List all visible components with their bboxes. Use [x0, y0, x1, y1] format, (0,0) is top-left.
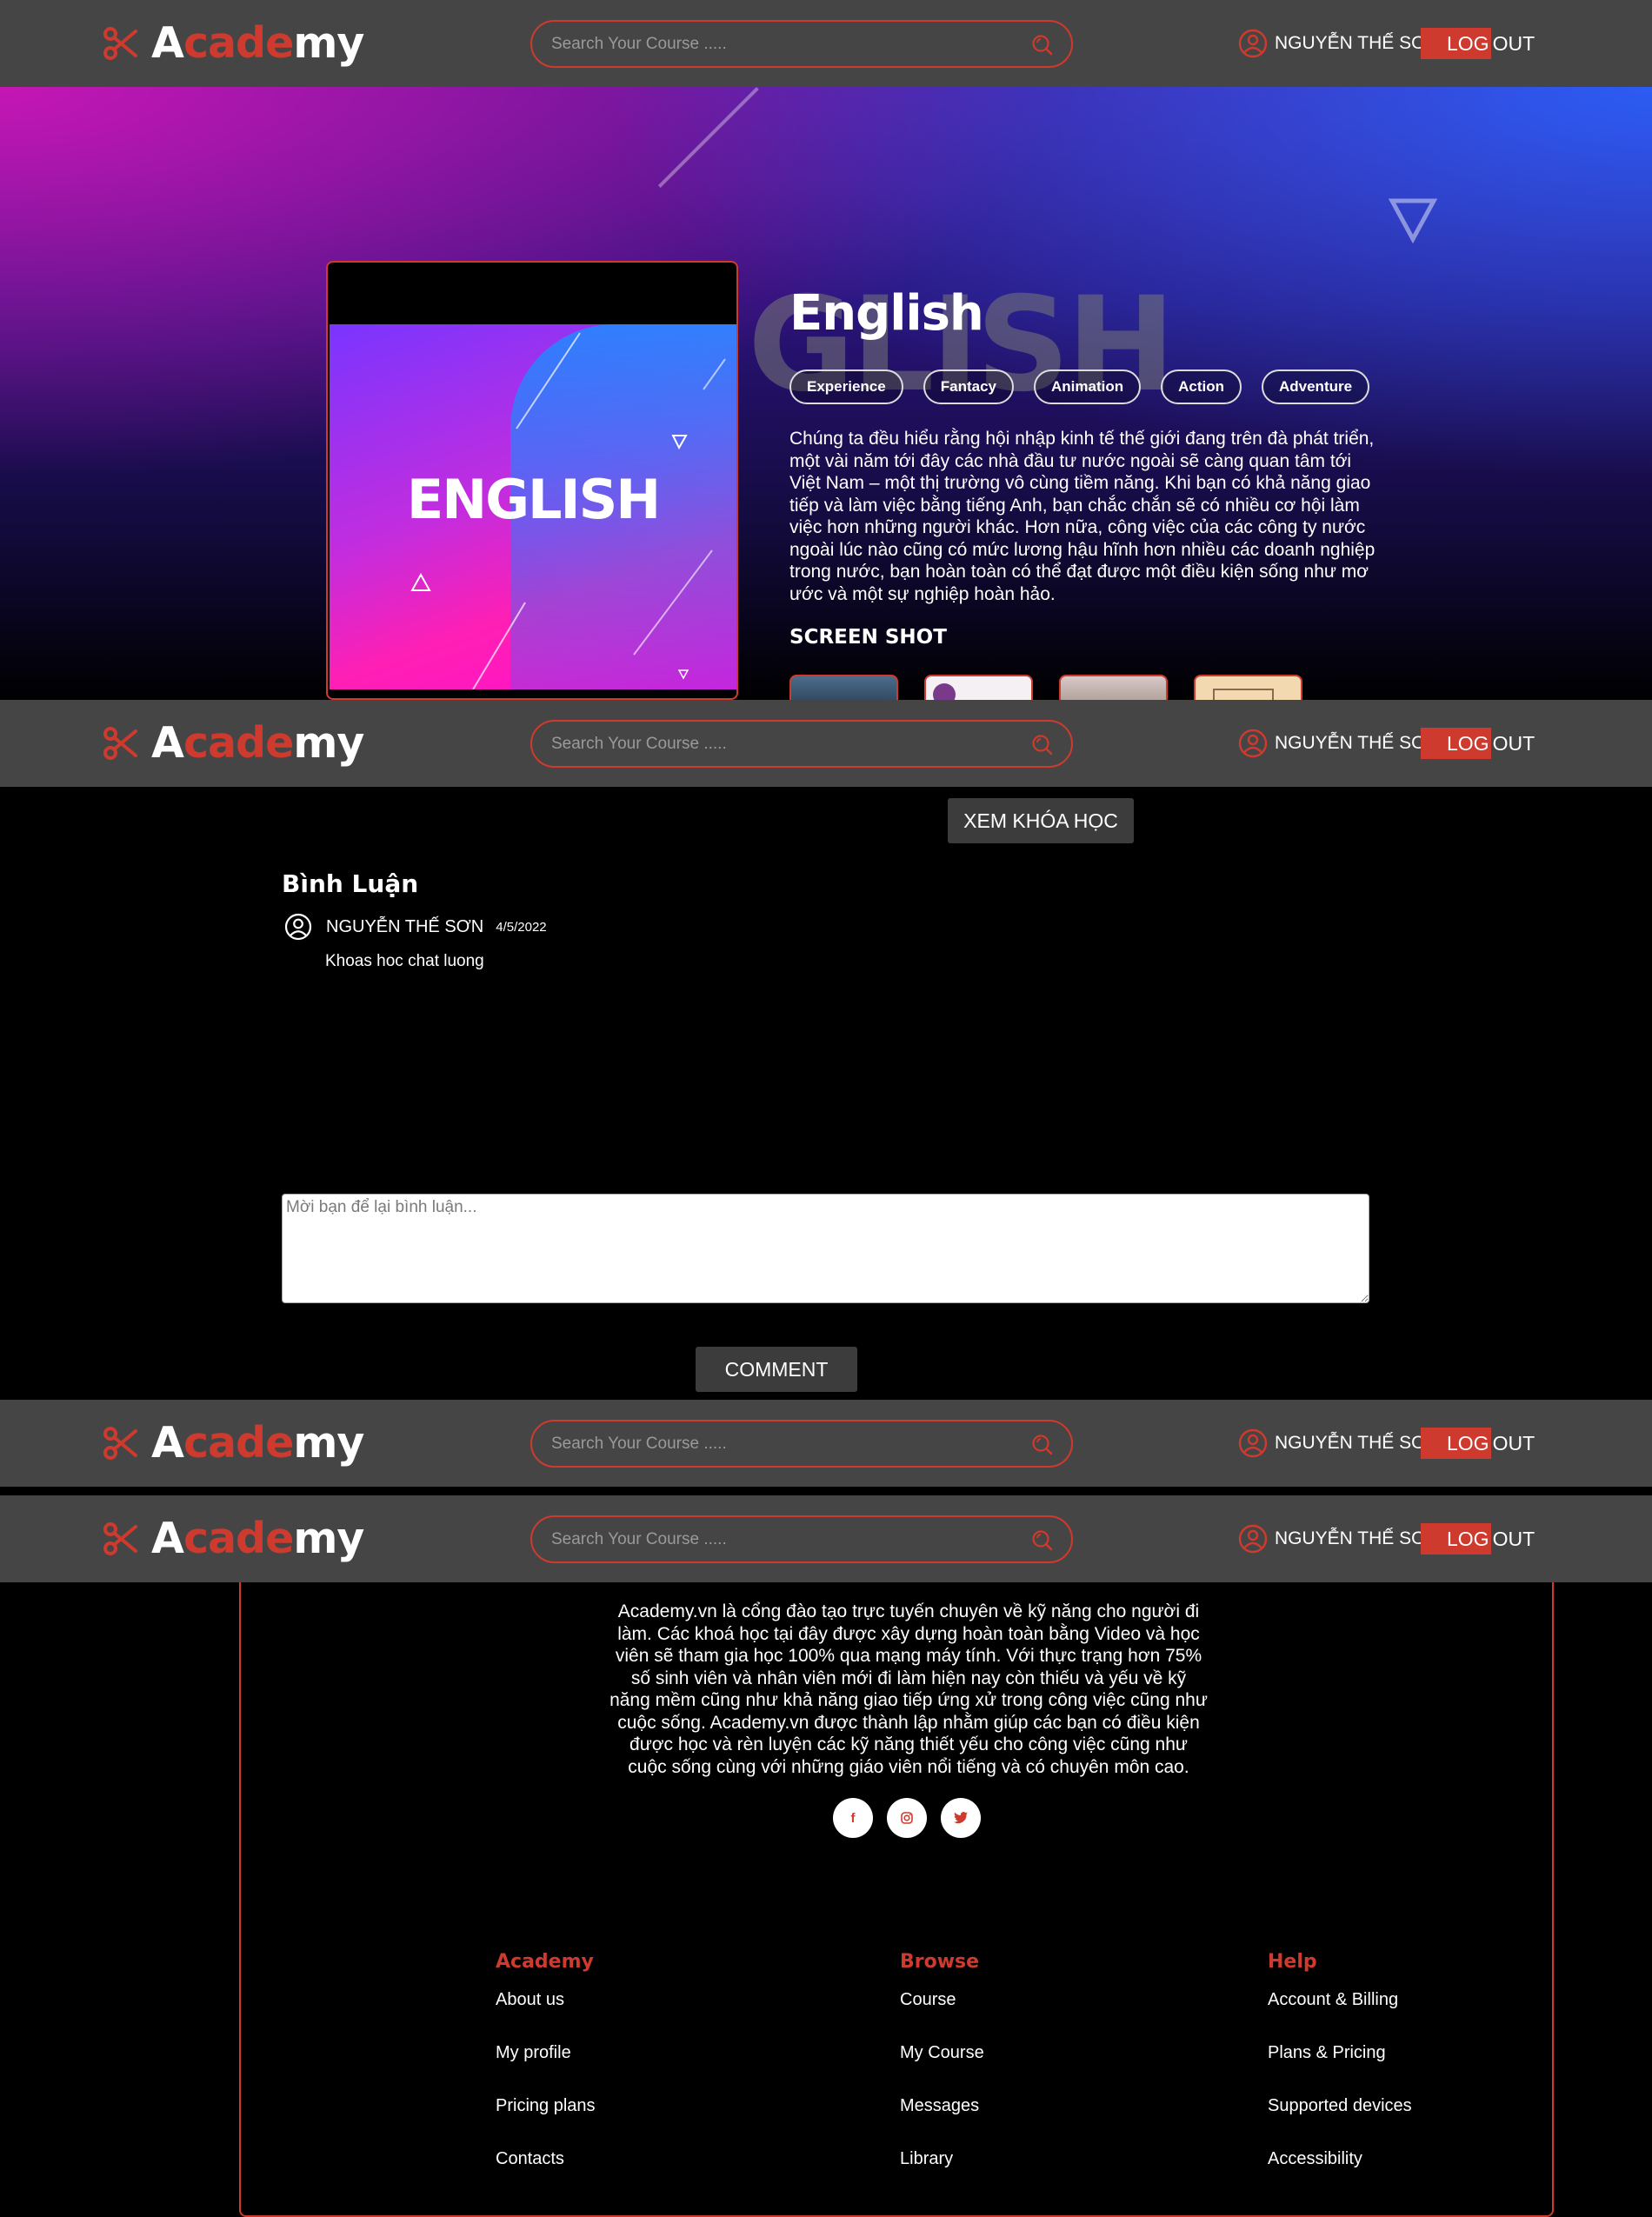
- comment-header: NGUYỄN THẾ SƠN 4/5/2022: [284, 911, 547, 942]
- social-links: f: [833, 1798, 995, 1838]
- logout-button[interactable]: LOG OUT: [1421, 1428, 1535, 1459]
- top-navbar: Academy NGUYỄN THẾ SƠN LOGOUT: [0, 1400, 1652, 1487]
- top-navbar: Academy NGUYỄN THẾ SƠN LOGOUT: [0, 0, 1652, 87]
- screenshot-thumb[interactable]: [1059, 675, 1168, 700]
- course-hero: GLISH ENGLISH English Experience Fantacy…: [0, 87, 1652, 700]
- comment-text: Khoas hoc chat luong: [325, 952, 484, 970]
- thumbnail-word: ENGLISH: [406, 468, 661, 531]
- search-icon[interactable]: [1029, 1432, 1054, 1456]
- instagram-icon[interactable]: [887, 1798, 927, 1838]
- user-avatar-icon: [1238, 729, 1268, 758]
- logout-button[interactable]: LOG OUT: [1421, 1523, 1535, 1555]
- user-avatar-icon: [1238, 1524, 1268, 1554]
- tag-adventure[interactable]: Adventure: [1261, 370, 1370, 404]
- user-profile[interactable]: NGUYỄN THẾ SƠN: [1238, 28, 1440, 59]
- academy-logo[interactable]: Academy: [103, 718, 364, 768]
- thumbnail-image: ENGLISH: [330, 324, 736, 689]
- tag-experience[interactable]: Experience: [789, 370, 903, 404]
- logo-text: Academy: [151, 1514, 364, 1563]
- footer-link-contacts[interactable]: Contacts: [496, 2147, 596, 2200]
- footer-link-pricing-plans[interactable]: Pricing plans: [496, 2094, 596, 2147]
- footer-column-help: Help Account & Billing Plans & Pricing S…: [1268, 1951, 1412, 2200]
- tag-fantacy[interactable]: Fantacy: [923, 370, 1014, 404]
- course-description: Chúng ta đều hiểu rằng hội nhập kinh tế …: [789, 429, 1376, 604]
- screenshot-thumb[interactable]: [1194, 675, 1302, 700]
- footer-link-accessibility[interactable]: Accessibility: [1268, 2147, 1412, 2200]
- search-icon[interactable]: [1029, 32, 1054, 57]
- screenshot-title: SCREEN SHOT: [789, 626, 947, 649]
- logo-text: Academy: [151, 718, 364, 768]
- footer-link-about-us[interactable]: About us: [496, 1988, 596, 2041]
- tag-action[interactable]: Action: [1161, 370, 1242, 404]
- search-bar: [530, 1420, 1073, 1468]
- facebook-icon[interactable]: f: [833, 1798, 873, 1838]
- scissors-icon: [103, 27, 137, 60]
- user-name: NGUYỄN THẾ SƠN: [1275, 1528, 1441, 1548]
- comments-title: Bình Luận: [282, 869, 419, 898]
- search-icon[interactable]: [1029, 1528, 1054, 1552]
- footer-link-course[interactable]: Course: [900, 1988, 984, 2041]
- course-thumbnail[interactable]: ENGLISH: [326, 261, 738, 700]
- tag-animation[interactable]: Animation: [1033, 370, 1142, 404]
- top-navbar: Academy NGUYỄN THẾ SƠN LOGOUT: [0, 1495, 1652, 1582]
- search-input[interactable]: [550, 722, 1019, 766]
- user-profile[interactable]: NGUYỄN THẾ SƠN: [1238, 1523, 1440, 1555]
- search-input[interactable]: [550, 1421, 1019, 1466]
- view-course-button[interactable]: XEM KHÓA HỌC: [948, 798, 1134, 843]
- course-title: English: [789, 285, 984, 342]
- footer-link-plans-pricing[interactable]: Plans & Pricing: [1268, 2041, 1412, 2094]
- comment-author: NGUYỄN THẾ SƠN: [326, 916, 484, 936]
- screenshot-thumb[interactable]: [789, 675, 898, 700]
- user-avatar-icon: [1238, 29, 1268, 58]
- search-input[interactable]: [550, 1517, 1019, 1561]
- user-name: NGUYỄN THẾ SƠN: [1275, 33, 1441, 53]
- footer-column-browse: Browse Course My Course Messages Library: [900, 1951, 984, 2200]
- user-avatar-icon: [284, 913, 312, 941]
- user-profile[interactable]: NGUYỄN THẾ SƠN: [1238, 728, 1440, 759]
- tag-list: Experience Fantacy Animation Action Adve…: [789, 370, 1389, 404]
- footer-column-title: Academy: [496, 1951, 594, 1973]
- scissors-icon: [103, 1522, 137, 1555]
- search-bar: [530, 20, 1073, 68]
- academy-logo[interactable]: Academy: [103, 1514, 364, 1563]
- top-navbar: Academy NGUYỄN THẾ SƠN LOGOUT: [0, 700, 1652, 787]
- footer-link-my-course[interactable]: My Course: [900, 2041, 984, 2094]
- logout-button[interactable]: LOG OUT: [1421, 728, 1535, 759]
- footer-link-my-profile[interactable]: My profile: [496, 2041, 596, 2094]
- logo-text: Academy: [151, 18, 364, 68]
- comment-input[interactable]: [282, 1194, 1369, 1303]
- comment-date: 4/5/2022: [496, 919, 547, 935]
- triangle-decor-icon: [1388, 198, 1438, 244]
- twitter-icon[interactable]: [941, 1798, 981, 1838]
- scissors-icon: [103, 1427, 137, 1460]
- screenshot-thumb[interactable]: [924, 675, 1033, 700]
- footer-link-messages[interactable]: Messages: [900, 2094, 984, 2147]
- footer-column-title: Browse: [900, 1951, 980, 1973]
- search-input[interactable]: [550, 22, 1019, 66]
- search-bar: [530, 1515, 1073, 1563]
- footer-link-library[interactable]: Library: [900, 2147, 984, 2200]
- scissors-icon: [103, 727, 137, 760]
- user-profile[interactable]: NGUYỄN THẾ SƠN: [1238, 1428, 1440, 1459]
- footer-link-account-billing[interactable]: Account & Billing: [1268, 1988, 1412, 2041]
- comment-submit-button[interactable]: COMMENT: [696, 1347, 857, 1392]
- footer-column-academy: Academy About us My profile Pricing plan…: [496, 1951, 596, 2200]
- logout-button[interactable]: LOG OUT: [1421, 28, 1535, 59]
- footer-column-title: Help: [1268, 1951, 1317, 1973]
- academy-logo[interactable]: Academy: [103, 18, 364, 68]
- search-bar: [530, 720, 1073, 768]
- decor-line: [657, 87, 759, 188]
- search-icon[interactable]: [1029, 732, 1054, 756]
- footer-link-supported-devices[interactable]: Supported devices: [1268, 2094, 1412, 2147]
- user-name: NGUYỄN THẾ SƠN: [1275, 733, 1441, 753]
- user-name: NGUYỄN THẾ SƠN: [1275, 1433, 1441, 1453]
- logo-text: Academy: [151, 1418, 364, 1468]
- footer-about-text: Academy.vn là cổng đào tạo trực tuyến ch…: [610, 1601, 1208, 1777]
- academy-logo[interactable]: Academy: [103, 1418, 364, 1468]
- user-avatar-icon: [1238, 1428, 1268, 1458]
